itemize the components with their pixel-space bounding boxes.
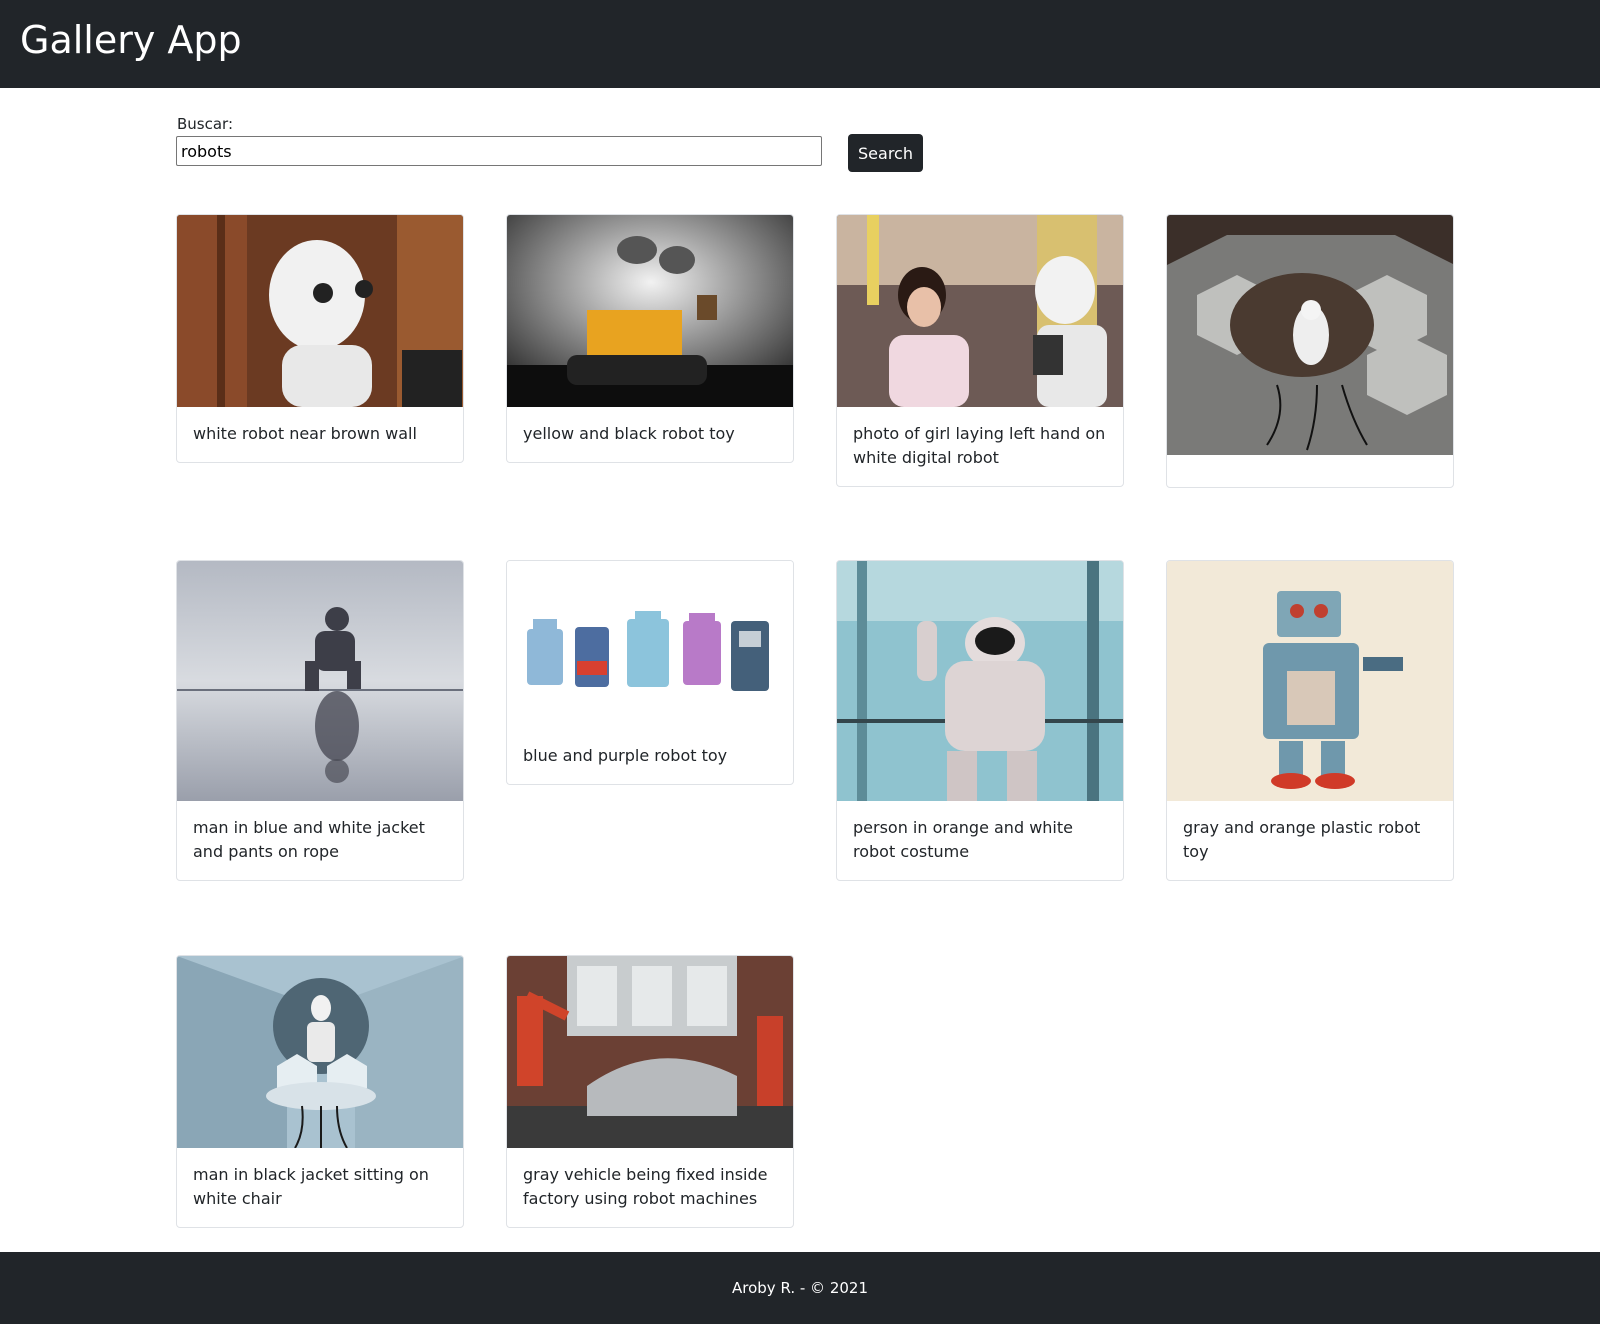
gallery-card[interactable]: photo of girl laying left hand on white …: [836, 214, 1124, 487]
card-caption: blue and purple robot toy: [523, 746, 728, 765]
card-caption: gray vehicle being fixed inside factory …: [523, 1165, 768, 1208]
search-button[interactable]: Search: [848, 134, 923, 172]
gallery-card[interactable]: person in orange and white robot costume: [836, 560, 1124, 881]
gallery-card[interactable]: gray vehicle being fixed inside factory …: [506, 955, 794, 1228]
card-caption: person in orange and white robot costume: [853, 818, 1073, 861]
card-image: [1167, 561, 1453, 801]
card-image: [507, 956, 793, 1148]
card-caption: photo of girl laying left hand on white …: [853, 424, 1106, 467]
card-image: [177, 956, 463, 1148]
card-caption: gray and orange plastic robot toy: [1183, 818, 1421, 861]
card-caption: [1167, 455, 1453, 486]
footer: Aroby R. - © 2021: [0, 1252, 1600, 1324]
card-image: [507, 561, 793, 729]
card-image: [837, 561, 1123, 801]
card-image: [1167, 215, 1453, 455]
gallery-card[interactable]: blue and purple robot toy: [506, 560, 794, 785]
footer-text: Aroby R. - © 2021: [732, 1279, 868, 1297]
card-caption: white robot near brown wall: [193, 424, 417, 443]
gallery-card[interactable]: [1166, 214, 1454, 488]
card-caption: yellow and black robot toy: [523, 424, 735, 443]
card-caption: man in black jacket sitting on white cha…: [193, 1165, 429, 1208]
navbar: Gallery App: [0, 0, 1600, 88]
card-image: [507, 215, 793, 407]
card-image: [837, 215, 1123, 407]
search-label: Buscar:: [177, 115, 234, 133]
gallery-card[interactable]: man in blue and white jacket and pants o…: [176, 560, 464, 881]
search-input[interactable]: [176, 136, 822, 166]
card-caption: man in blue and white jacket and pants o…: [193, 818, 425, 861]
gallery-card[interactable]: yellow and black robot toy: [506, 214, 794, 463]
gallery-card[interactable]: man in black jacket sitting on white cha…: [176, 955, 464, 1228]
gallery-card[interactable]: white robot near brown wall: [176, 214, 464, 463]
card-image: [177, 561, 463, 801]
app-title[interactable]: Gallery App: [20, 14, 242, 66]
gallery-card[interactable]: gray and orange plastic robot toy: [1166, 560, 1454, 881]
card-image: [177, 215, 463, 407]
